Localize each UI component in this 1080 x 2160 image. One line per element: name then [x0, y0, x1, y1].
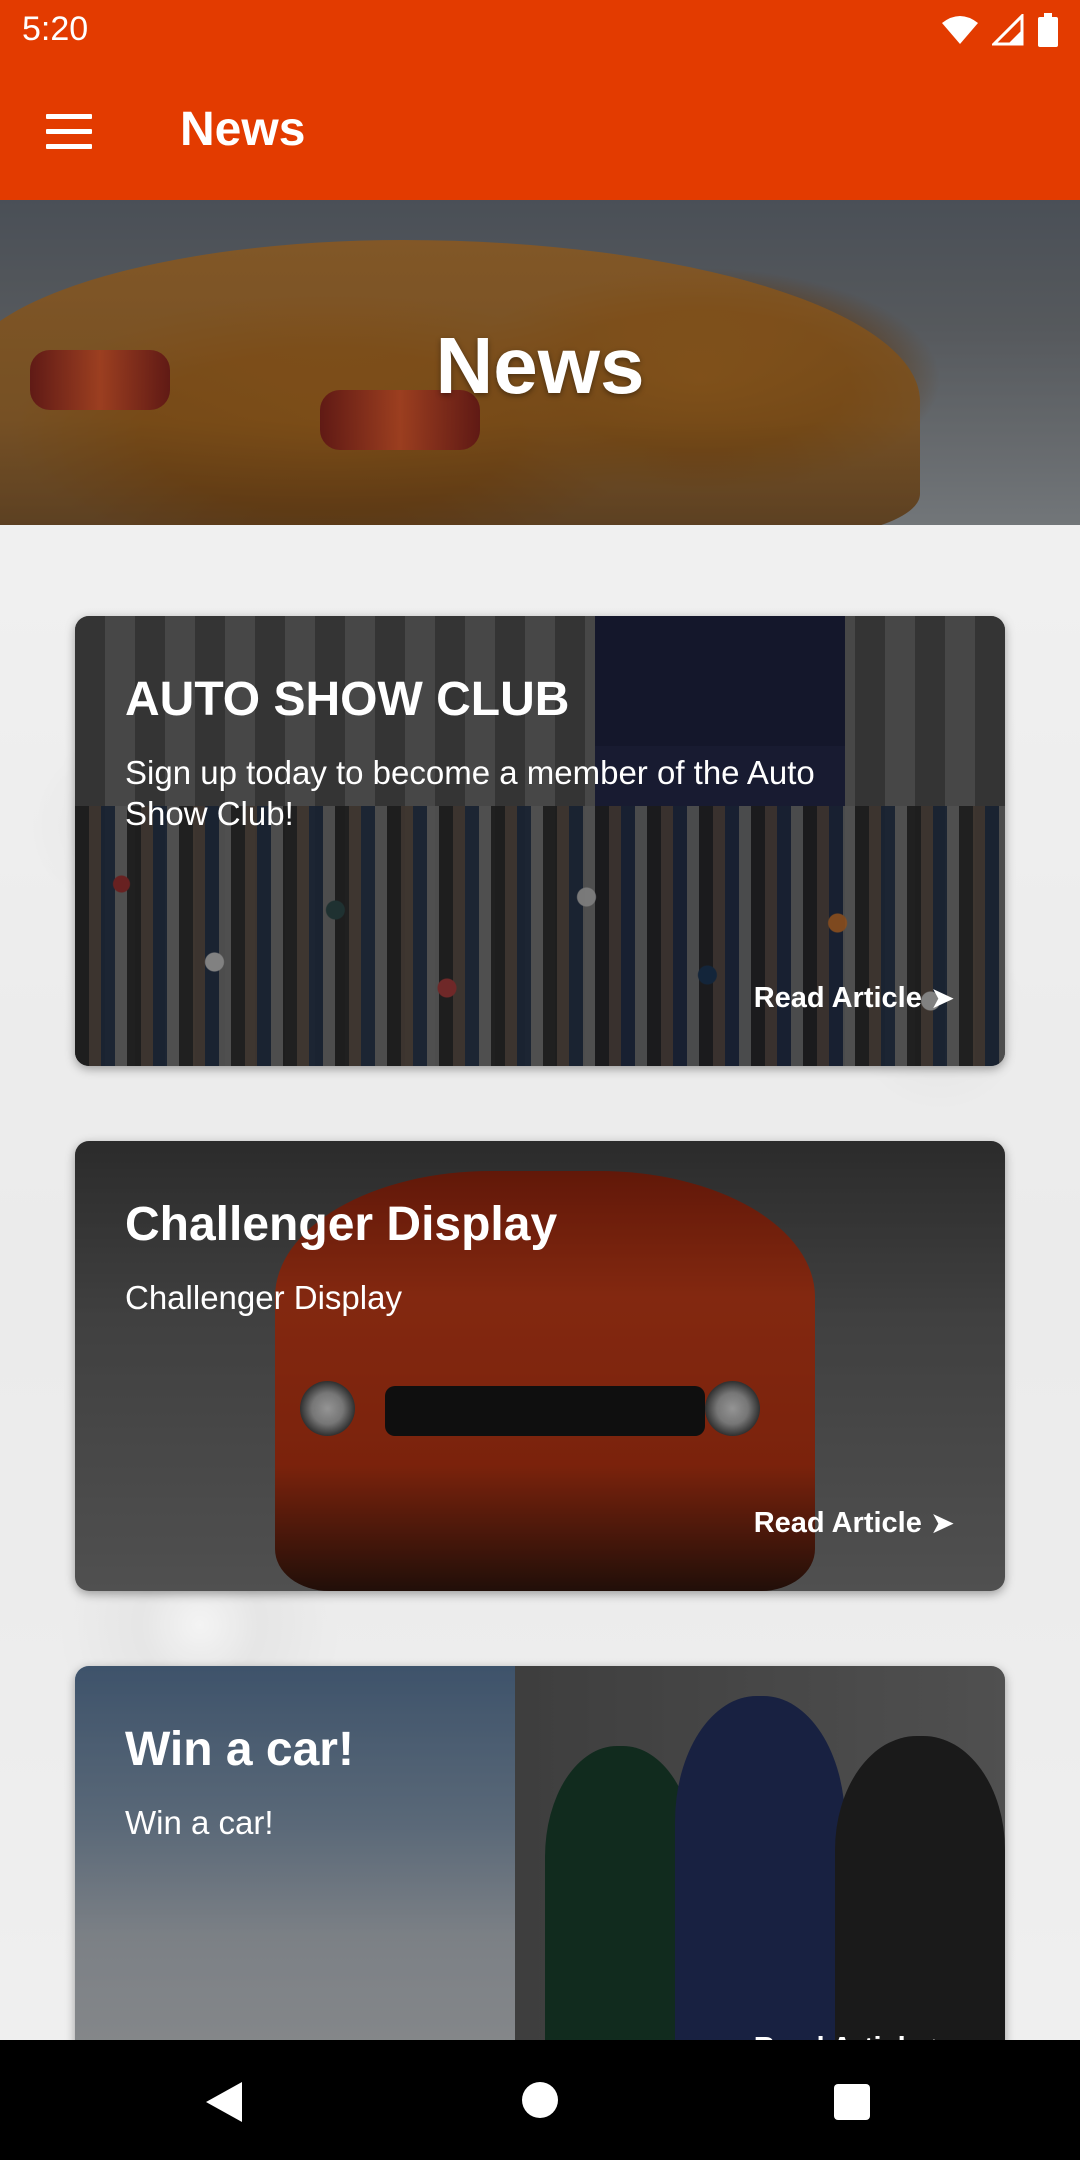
hamburger-menu-icon[interactable]: [30, 96, 110, 166]
hero-banner: News: [0, 200, 1080, 525]
battery-icon: [1038, 13, 1058, 47]
status-bar: 5:20: [0, 0, 1080, 62]
article-title: AUTO SHOW CLUB: [125, 673, 570, 726]
recents-icon[interactable]: [834, 2084, 870, 2120]
page-title: News: [180, 103, 306, 156]
home-icon[interactable]: [522, 2082, 558, 2118]
article-title: Win a car!: [125, 1723, 354, 1776]
read-article-link[interactable]: Read Article ➤: [754, 981, 955, 1016]
read-article-label: Read Article: [753, 1507, 922, 1539]
arrow-right-icon: ➤: [929, 1507, 955, 1540]
wifi-icon: [942, 16, 978, 44]
app-bar: News: [0, 62, 1080, 200]
article-card-challenger-display[interactable]: Challenger Display Challenger Display Re…: [75, 1141, 1005, 1591]
signal-icon: [992, 14, 1024, 46]
hero-title: News: [435, 321, 645, 410]
status-time: 5:20: [22, 10, 89, 48]
arrow-right-icon: ➤: [929, 982, 955, 1015]
status-icons: [942, 12, 1058, 48]
article-description: Sign up today to become a member of the …: [125, 754, 815, 832]
back-icon[interactable]: [206, 2082, 242, 2122]
read-article-label: Read Article: [753, 982, 922, 1014]
article-description: Challenger Display: [125, 1279, 402, 1316]
article-description: Win a car!: [125, 1804, 274, 1841]
article-card-auto-show-club[interactable]: AUTO SHOW CLUB Sign up today to become a…: [75, 616, 1005, 1066]
system-navigation-bar: [0, 2040, 1080, 2160]
article-title: Challenger Display: [125, 1198, 558, 1251]
read-article-link[interactable]: Read Article ➤: [754, 1506, 955, 1541]
